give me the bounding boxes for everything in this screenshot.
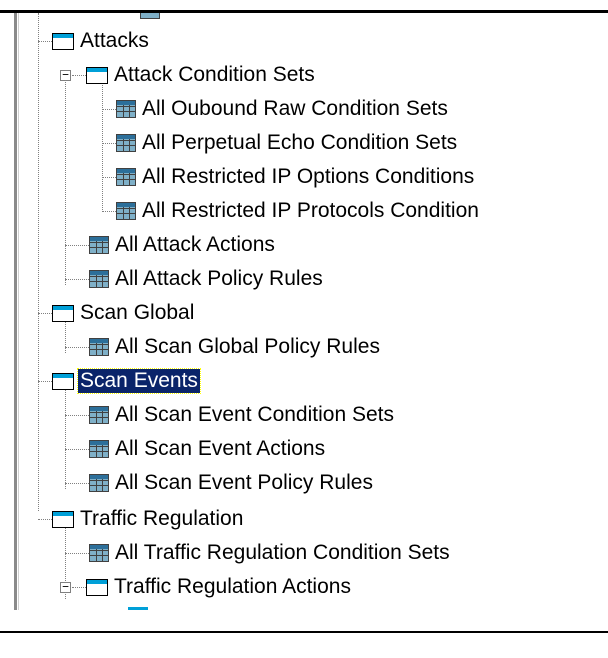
tree-node-all-perpetual-echo-condition-sets[interactable]: All Perpetual Echo Condition Sets (116, 126, 459, 160)
tree-node-all-scan-event-actions[interactable]: All Scan Event Actions (89, 432, 327, 466)
tree-node-all-restricted-ip-options-conditions[interactable]: All Restricted IP Options Conditions (116, 160, 476, 194)
table-icon (116, 202, 136, 220)
tree-node-label: Attack Condition Sets (114, 63, 315, 86)
tree-node-attacks[interactable]: Attacks (52, 24, 151, 58)
tree-node-scan-global[interactable]: Scan Global (52, 296, 196, 330)
table-icon (89, 338, 109, 356)
tree-node-label: All Oubound Raw Condition Sets (142, 97, 448, 120)
tree-panel: − − Attacks Attack Condition Sets All Ou… (0, 13, 608, 610)
tree-connector-h (65, 449, 89, 450)
tree-node-scan-events[interactable]: Scan Events (52, 364, 201, 398)
tree-node-label: Attacks (80, 29, 149, 52)
folder-icon (52, 304, 74, 322)
table-icon (116, 100, 136, 118)
tree-connector-h (102, 109, 116, 110)
folder-icon (86, 578, 108, 596)
tree-connector-h (102, 143, 116, 144)
tree-connector-h (65, 347, 89, 348)
tree-connector-h (72, 587, 86, 588)
table-icon (89, 406, 109, 424)
tree-node-attack-condition-sets[interactable]: Attack Condition Sets (86, 58, 317, 92)
tree-node-traffic-regulation-actions[interactable]: Traffic Regulation Actions (86, 570, 353, 604)
tree-node-label: All Attack Actions (115, 233, 275, 256)
tree-node-label: Scan Global (80, 301, 195, 324)
table-icon (89, 440, 109, 458)
tree-node-all-scan-event-policy-rules[interactable]: All Scan Event Policy Rules (89, 466, 375, 500)
tree-view: − − Attacks Attack Condition Sets All Ou… (0, 13, 608, 610)
folder-icon (52, 32, 74, 50)
scrolled-folder-icon-fragment (128, 607, 148, 610)
tree-node-label: All Restricted IP Protocols Condition (142, 199, 479, 222)
scrolled-table-icon-fragment (140, 13, 160, 19)
collapse-toggle-traffic-regulation-actions[interactable]: − (60, 581, 71, 593)
tree-node-all-attack-policy-rules[interactable]: All Attack Policy Rules (89, 262, 325, 296)
tree-node-label: All Traffic Regulation Condition Sets (115, 541, 450, 564)
tree-connector-h (65, 245, 89, 246)
tree-node-label: Traffic Regulation (80, 507, 244, 530)
tree-node-label: All Attack Policy Rules (115, 267, 323, 290)
tree-connector-root (38, 13, 39, 511)
table-icon (89, 544, 109, 562)
tree-connector-h (38, 41, 52, 42)
tree-connector-h (65, 483, 89, 484)
bottom-divider (0, 631, 608, 633)
folder-icon (52, 510, 74, 528)
tree-connector-h (65, 279, 89, 280)
table-icon (89, 270, 109, 288)
tree-connector-h (38, 519, 52, 520)
tree-node-label: All Scan Event Condition Sets (115, 403, 394, 426)
tree-node-label: All Scan Event Actions (115, 437, 326, 460)
tree-connector-h (72, 75, 86, 76)
folder-icon (52, 372, 74, 390)
tree-node-label-selected: Scan Events (77, 368, 201, 394)
tree-node-traffic-regulation[interactable]: Traffic Regulation (52, 502, 245, 536)
tree-connector-attacks (65, 75, 66, 285)
tree-node-all-traffic-regulation-condition-sets[interactable]: All Traffic Regulation Condition Sets (89, 536, 452, 570)
tree-node-label: All Restricted IP Options Conditions (142, 165, 475, 188)
table-icon (116, 168, 136, 186)
tree-node-all-oubound-raw-condition-sets[interactable]: All Oubound Raw Condition Sets (116, 92, 450, 126)
tree-connector-h (38, 381, 52, 382)
tree-node-all-attack-actions[interactable]: All Attack Actions (89, 228, 277, 262)
tree-node-label: All Scan Global Policy Rules (115, 335, 380, 358)
tree-connector-h (102, 211, 116, 212)
tree-connector-h (102, 177, 116, 178)
collapse-toggle-attack-condition-sets[interactable]: − (60, 69, 71, 81)
table-icon (89, 474, 109, 492)
tree-node-all-scan-event-condition-sets[interactable]: All Scan Event Condition Sets (89, 398, 396, 432)
tree-node-label: Traffic Regulation Actions (114, 575, 351, 598)
table-icon (116, 134, 136, 152)
folder-icon (86, 66, 108, 84)
table-icon (89, 236, 109, 254)
tree-connector-h (65, 553, 89, 554)
tree-node-label: All Scan Event Policy Rules (115, 471, 373, 494)
tree-node-all-restricted-ip-protocols-condition[interactable]: All Restricted IP Protocols Condition (116, 194, 481, 228)
tree-connector-h (65, 415, 89, 416)
tree-node-all-scan-global-policy-rules[interactable]: All Scan Global Policy Rules (89, 330, 382, 364)
tree-node-label: All Perpetual Echo Condition Sets (142, 131, 458, 154)
tree-connector-h (38, 313, 52, 314)
